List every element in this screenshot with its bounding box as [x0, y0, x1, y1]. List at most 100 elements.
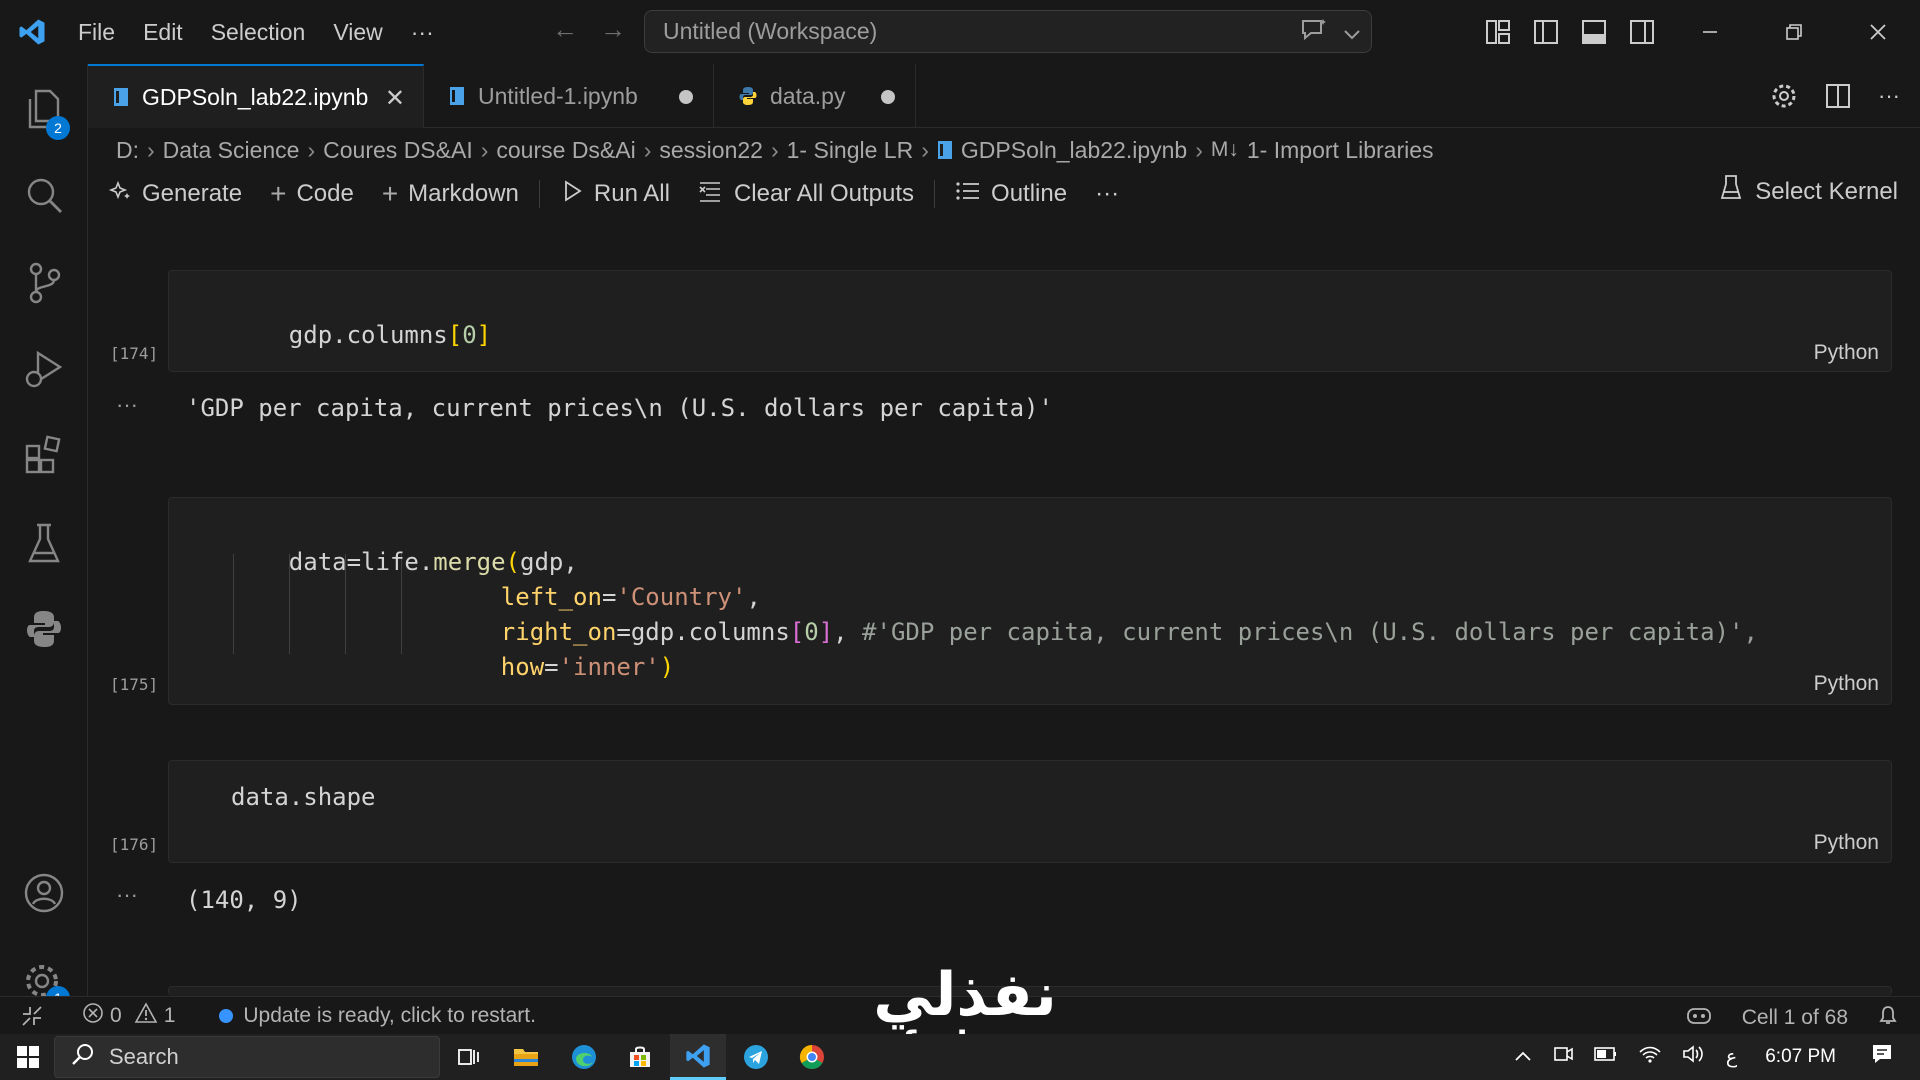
- chevron-up-icon[interactable]: [1514, 1046, 1532, 1068]
- toggle-primary-sidebar-icon[interactable]: [1532, 18, 1560, 51]
- run-debug-icon[interactable]: [0, 334, 88, 404]
- breadcrumb-item[interactable]: GDPSoln_lab22.ipynb: [961, 137, 1187, 164]
- menu-more[interactable]: ···: [397, 0, 448, 64]
- code-cell[interactable]: data=life.merge(gdp, left_on='Country', …: [168, 497, 1892, 705]
- account-icon[interactable]: [0, 858, 88, 928]
- tab-data-py[interactable]: data.py: [714, 64, 916, 128]
- add-markdown-cell-button[interactable]: + Markdown: [368, 178, 533, 210]
- copilot-chat-icon[interactable]: [1299, 17, 1329, 49]
- cell-language-label[interactable]: Python: [1814, 672, 1879, 696]
- chevron-right-icon: ›: [147, 136, 155, 163]
- output-menu-dots[interactable]: ···: [116, 392, 138, 418]
- toggle-panel-icon[interactable]: [1580, 18, 1608, 51]
- input-language-indicator[interactable]: ع: [1726, 1046, 1737, 1069]
- testing-icon[interactable]: [0, 508, 88, 578]
- explorer-icon[interactable]: 2: [0, 74, 88, 144]
- breadcrumb-item[interactable]: Data Science: [163, 137, 300, 164]
- search-label: Search: [109, 1044, 179, 1069]
- code-line[interactable]: how='inner'): [443, 625, 674, 709]
- copilot-icon[interactable]: [1684, 1003, 1714, 1033]
- minimize-icon[interactable]: [1668, 0, 1752, 64]
- taskbar-search-box[interactable]: Search: [54, 1036, 440, 1078]
- command-center-label: Untitled (Workspace): [663, 18, 878, 44]
- select-kernel-button[interactable]: Select Kernel: [1719, 174, 1898, 209]
- remote-icon[interactable]: [0, 1004, 64, 1028]
- add-code-cell-button[interactable]: + Code: [256, 178, 368, 210]
- warning-icon: [134, 1001, 158, 1030]
- tab-label: GDPSoln_lab22.ipynb: [142, 83, 369, 110]
- breadcrumb-item[interactable]: 1- Import Libraries: [1247, 137, 1434, 164]
- outline-label: Outline: [991, 180, 1068, 207]
- telegram-icon[interactable]: [728, 1034, 784, 1080]
- warning-count: 1: [163, 1003, 176, 1027]
- split-editor-icon[interactable]: [1824, 82, 1852, 115]
- python-icon[interactable]: [0, 594, 88, 664]
- run-all-button[interactable]: Run All: [546, 179, 684, 210]
- menu-selection[interactable]: Selection: [197, 0, 320, 64]
- customize-layout-icon[interactable]: [1484, 18, 1512, 51]
- notebook-file-icon: [448, 85, 466, 107]
- execution-count: [176]: [110, 835, 159, 854]
- unsaved-dot-icon[interactable]: [881, 90, 895, 104]
- notebook-settings-gear-icon[interactable]: [1770, 82, 1798, 115]
- outline-button[interactable]: Outline: [941, 179, 1081, 210]
- toggle-secondary-sidebar-icon[interactable]: [1628, 18, 1656, 51]
- chrome-icon[interactable]: [784, 1034, 840, 1080]
- problems-indicator[interactable]: 0 1: [82, 1001, 176, 1030]
- tab-untitled-1[interactable]: Untitled-1.ipynb: [424, 64, 714, 128]
- run-all-icon: [560, 179, 584, 210]
- search-icon[interactable]: [0, 160, 88, 230]
- toolbar-more-button[interactable]: ···: [1081, 180, 1133, 208]
- cell-indicator[interactable]: Cell 1 of 68: [1742, 1006, 1848, 1030]
- close-icon[interactable]: ✕: [385, 84, 405, 113]
- command-center[interactable]: Untitled (Workspace): [644, 10, 1372, 53]
- breadcrumb-item[interactable]: Coures DS&AI: [323, 137, 473, 164]
- clear-all-outputs-button[interactable]: Clear All Outputs: [684, 179, 928, 210]
- unsaved-dot-icon[interactable]: [679, 90, 693, 104]
- source-control-icon[interactable]: [0, 248, 88, 318]
- cell-language-label[interactable]: Python: [1814, 831, 1879, 855]
- menu-file[interactable]: File: [64, 0, 129, 64]
- clock[interactable]: 6:07 PM: [1765, 1046, 1836, 1068]
- kernel-icon: [1719, 174, 1743, 209]
- file-explorer-icon[interactable]: [498, 1034, 554, 1080]
- vscode-taskbar-icon[interactable]: [670, 1034, 726, 1080]
- meet-now-icon[interactable]: [1552, 1043, 1574, 1071]
- execution-count: [175]: [110, 675, 159, 694]
- generate-button[interactable]: Generate: [88, 179, 256, 210]
- edge-browser-icon[interactable]: [556, 1034, 612, 1080]
- output-menu-dots[interactable]: ···: [116, 882, 138, 908]
- execution-count: [174]: [110, 344, 159, 363]
- code-cell[interactable]: gdp.columns[0] Python: [168, 270, 1892, 372]
- volume-icon[interactable]: [1682, 1044, 1706, 1070]
- editor-tab-bar: GDPSoln_lab22.ipynb ✕ Untitled-1.ipynb d…: [88, 64, 1920, 128]
- update-notice[interactable]: Update is ready, click to restart.: [219, 1004, 536, 1028]
- back-arrow-icon[interactable]: ←: [552, 14, 578, 45]
- battery-icon[interactable]: [1594, 1046, 1618, 1068]
- extensions-icon[interactable]: [0, 420, 88, 490]
- menu-edit[interactable]: Edit: [129, 0, 197, 64]
- code-line[interactable]: data.shape: [231, 783, 376, 811]
- microsoft-store-icon[interactable]: [612, 1034, 668, 1080]
- restore-icon[interactable]: [1752, 0, 1836, 64]
- menu-view[interactable]: View: [319, 0, 396, 64]
- breadcrumb-item[interactable]: session22: [659, 137, 763, 164]
- forward-arrow-icon[interactable]: →: [600, 14, 626, 45]
- breadcrumb-item[interactable]: course Ds&Ai: [496, 137, 635, 164]
- chevron-down-icon[interactable]: [1343, 20, 1361, 47]
- notifications-bell-icon[interactable]: [1876, 1003, 1900, 1033]
- task-view-icon[interactable]: [440, 1034, 496, 1080]
- wifi-icon[interactable]: [1638, 1044, 1662, 1070]
- cell-language-label[interactable]: Python: [1814, 341, 1879, 365]
- code-line[interactable]: gdp.columns[0]: [231, 293, 491, 377]
- breadcrumb-item[interactable]: D:: [116, 137, 139, 164]
- markdown-icon: M↓: [1210, 138, 1239, 161]
- code-cell[interactable]: data.shape Python: [168, 760, 1892, 863]
- windows-start-icon[interactable]: [0, 1034, 56, 1080]
- notification-center-icon[interactable]: [1870, 1042, 1894, 1072]
- more-actions-icon[interactable]: ···: [1878, 82, 1900, 115]
- close-window-icon[interactable]: [1836, 0, 1920, 64]
- chevron-right-icon: ›: [921, 136, 929, 163]
- breadcrumb-item[interactable]: 1- Single LR: [787, 137, 914, 164]
- tab-gdpsoln[interactable]: GDPSoln_lab22.ipynb ✕: [88, 64, 424, 128]
